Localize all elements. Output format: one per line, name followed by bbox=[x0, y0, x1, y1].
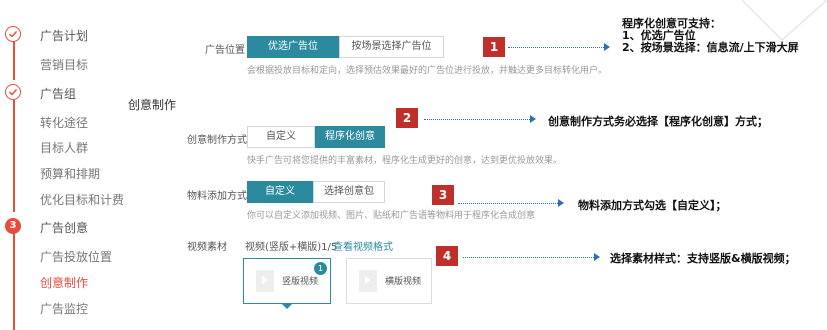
annotation-note-4: 选择素材样式：支持竖版&横版视频； bbox=[610, 252, 796, 265]
selected-count-badge: 1 bbox=[314, 262, 327, 275]
sidebar-item-optimization-billing[interactable]: 优化目标和计费 bbox=[40, 191, 124, 208]
step-done-icon bbox=[5, 26, 21, 42]
arrow-icon bbox=[604, 43, 610, 51]
sidebar-item-ad-group[interactable]: 广告组 bbox=[40, 85, 76, 102]
sidebar-item-ad-plan[interactable]: 广告计划 bbox=[40, 27, 88, 44]
sidebar-item-conversion-path[interactable]: 转化途径 bbox=[40, 114, 88, 131]
horizontal-video-card[interactable]: 横版视频 bbox=[346, 258, 432, 304]
video-material-label: 视频素材 bbox=[187, 242, 227, 253]
section-title: 创意制作 bbox=[128, 98, 177, 112]
annotation-badge-3: 3 bbox=[432, 185, 454, 205]
ad-position-label: 广告位置 bbox=[205, 45, 245, 56]
vertical-video-label: 竖版视频 bbox=[282, 277, 319, 287]
sidebar-item-creative-production[interactable]: 创意制作 bbox=[40, 274, 88, 291]
sidebar-item-target-audience[interactable]: 目标人群 bbox=[40, 139, 88, 156]
scene-placement-option[interactable]: 按场景选择广告位 bbox=[339, 36, 444, 58]
horizontal-video-label: 横版视频 bbox=[385, 277, 422, 287]
view-video-format-link[interactable]: 查看视频格式 bbox=[333, 238, 393, 253]
step-done-icon bbox=[5, 84, 21, 100]
material-mode-label: 物料添加方式 bbox=[187, 191, 247, 202]
creative-mode-hint: 快手广告可将您提供的丰富素材，程序化生成更好的创意，达到更优投放效果。 bbox=[247, 156, 563, 166]
arrow-icon bbox=[594, 253, 600, 261]
video-thumbnail-icon bbox=[359, 270, 377, 292]
decorative-corner-lines bbox=[742, 0, 827, 40]
annotation-arrow bbox=[508, 47, 604, 48]
sidebar-item-budget-schedule[interactable]: 预算和排期 bbox=[40, 165, 100, 182]
creative-mode-label: 创意制作方式 bbox=[187, 135, 247, 146]
sidebar-item-marketing-goal[interactable]: 营销目标 bbox=[40, 56, 88, 73]
annotation-arrow bbox=[424, 119, 530, 120]
annotation-badge-4: 4 bbox=[436, 246, 458, 266]
annotation-badge-1: 1 bbox=[483, 37, 505, 57]
step-connector bbox=[13, 42, 15, 80]
sidebar-item-ad-creative[interactable]: 广告创意 bbox=[40, 219, 88, 236]
step-number-badge: 3 bbox=[5, 218, 21, 234]
step-connector bbox=[13, 100, 15, 212]
arrow-icon bbox=[558, 199, 564, 207]
sidebar-item-placement[interactable]: 广告投放位置 bbox=[40, 248, 112, 265]
annotation-arrow bbox=[458, 203, 558, 204]
material-mode-hint: 你可以自定义添加视频、图片、贴纸和广告语等物料用于程序化合成创意 bbox=[247, 211, 536, 221]
creative-package-option[interactable]: 选择创意包 bbox=[313, 181, 385, 203]
arrow-icon bbox=[530, 115, 536, 123]
annotation-note-2: 创意制作方式务必选择【程序化创意】方式； bbox=[548, 115, 768, 128]
annotation-arrow bbox=[463, 257, 594, 258]
note1-line2: 2、按场景选择：信息流/上下滑大屏 bbox=[622, 41, 799, 54]
custom-creative-option[interactable]: 自定义 bbox=[247, 126, 315, 148]
step-connector bbox=[13, 234, 15, 330]
annotation-badge-2: 2 bbox=[396, 108, 418, 128]
selected-pointer-icon bbox=[281, 303, 293, 309]
ad-position-hint: 会根据投放目标和定向，选择预估效果最好的广告位进行投放，并触达更多目标转化用户。 bbox=[247, 66, 608, 76]
video-count: 视频(竖版+横版)1/5 bbox=[245, 242, 338, 253]
optimized-placement-option[interactable]: 优选广告位 bbox=[247, 36, 339, 58]
custom-material-option[interactable]: 自定义 bbox=[247, 181, 313, 203]
programmatic-creative-option[interactable]: 程序化创意 bbox=[315, 126, 385, 148]
video-thumbnail-icon bbox=[256, 270, 274, 292]
annotation-note-3: 物料添加方式勾选【自定义】； bbox=[578, 199, 727, 212]
sidebar-item-ad-monitoring[interactable]: 广告监控 bbox=[40, 300, 88, 317]
